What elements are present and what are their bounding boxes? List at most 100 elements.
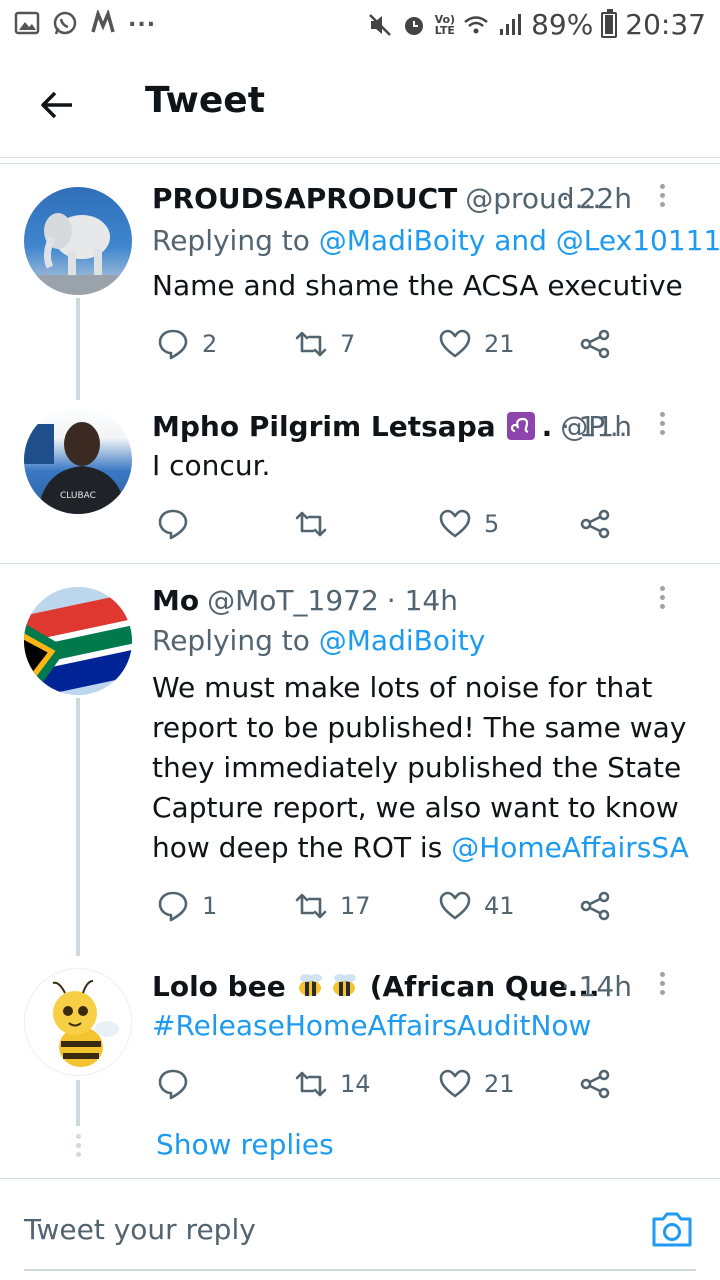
tweet-time: · 11h xyxy=(560,409,632,443)
like-count: 41 xyxy=(484,892,515,920)
camera-icon xyxy=(652,1212,692,1247)
reply-icon xyxy=(158,329,188,360)
replying-to-label: Replying to xyxy=(152,224,319,257)
back-button[interactable] xyxy=(32,80,82,130)
news-app-icon xyxy=(91,10,115,33)
retweet-button[interactable]: 17 xyxy=(294,886,371,926)
thread-more-dots-icon xyxy=(74,1134,82,1161)
reply-button[interactable] xyxy=(156,1064,202,1104)
retweet-button[interactable]: 14 xyxy=(294,1064,371,1104)
heart-icon xyxy=(439,509,471,538)
author-name-suffix: . xyxy=(541,409,553,443)
reply-button[interactable] xyxy=(156,504,202,544)
status-bar: ... Vo) LTE 89% 20:37 xyxy=(0,0,720,52)
like-button[interactable]: 5 xyxy=(438,504,499,544)
mention-link[interactable]: @HomeAffairsSA xyxy=(451,831,689,864)
avatar[interactable] xyxy=(24,587,132,695)
reply-count: 2 xyxy=(202,330,218,358)
more-options-icon[interactable] xyxy=(658,972,666,1000)
more-options-icon[interactable] xyxy=(658,412,666,440)
divider xyxy=(0,163,720,164)
tweet-text: #ReleaseHomeAffairsAuditNow xyxy=(152,1006,690,1046)
like-button[interactable]: 21 xyxy=(438,1064,515,1104)
heart-icon xyxy=(439,329,471,358)
reply-icon xyxy=(158,509,188,540)
mute-icon xyxy=(368,13,391,36)
retweet-button[interactable]: 7 xyxy=(294,324,355,364)
retweet-count: 17 xyxy=(340,892,371,920)
reply-icon xyxy=(158,1069,188,1100)
signal-icon xyxy=(500,13,522,35)
share-button[interactable] xyxy=(578,504,612,544)
share-button[interactable] xyxy=(578,886,612,926)
page-title: Tweet xyxy=(145,80,265,121)
tweet-text-line: We must make lots of noise for that xyxy=(152,671,653,704)
svg-text:CLUBAC: CLUBAC xyxy=(60,491,96,501)
author-name[interactable]: Lolo bee xyxy=(152,970,286,1003)
camera-button[interactable] xyxy=(648,1205,696,1253)
like-button[interactable]: 21 xyxy=(438,324,515,364)
heart-icon xyxy=(439,891,471,920)
more-options-icon[interactable] xyxy=(658,184,666,212)
author-name[interactable]: PROUDSAPRODUCT xyxy=(152,182,457,215)
battery-percent: 89% xyxy=(531,8,594,41)
reply-button[interactable]: 1 xyxy=(156,886,217,926)
retweet-icon xyxy=(295,511,327,537)
reply-composer: Tweet your reply xyxy=(0,1178,720,1280)
tweet-header: Mo @MoT_1972 · 14h xyxy=(152,582,696,618)
heart-icon xyxy=(439,1069,471,1098)
tweet-actions: 2 7 21 xyxy=(152,324,632,364)
thread-line xyxy=(76,1080,80,1126)
cartoon-bee-image xyxy=(52,980,119,1067)
tweet-text-line: how deep the ROT is @HomeAffairsSA xyxy=(152,828,690,868)
whatsapp-icon xyxy=(53,11,77,35)
alarm-icon xyxy=(404,16,423,35)
share-button[interactable] xyxy=(578,324,612,364)
share-icon xyxy=(580,1069,610,1099)
share-icon xyxy=(580,891,610,921)
share-button[interactable] xyxy=(578,1064,612,1104)
avatar[interactable]: CLUBAC xyxy=(24,406,132,514)
retweet-button[interactable] xyxy=(294,504,340,544)
more-options-icon[interactable] xyxy=(658,586,666,614)
like-count: 21 xyxy=(484,330,515,358)
volte-indicator: Vo) LTE xyxy=(434,12,456,37)
author-handle[interactable]: @MoT_1972 xyxy=(207,584,379,617)
tweet-text: I concur. xyxy=(152,449,271,482)
author-name[interactable]: Mpho Pilgrim Letsapa xyxy=(152,410,496,443)
hashtag-link[interactable]: #ReleaseHomeAffairsAuditNow xyxy=(152,1009,591,1042)
like-button[interactable]: 41 xyxy=(438,886,515,926)
back-arrow-icon xyxy=(41,91,72,119)
retweet-count: 7 xyxy=(340,330,356,358)
like-count: 5 xyxy=(484,510,500,538)
show-replies-link[interactable]: Show replies xyxy=(156,1128,334,1161)
retweet-icon xyxy=(295,893,327,919)
replying-to: Replying to @MadiBoity and @Lex101111 xyxy=(152,224,720,257)
tweet-header: Lolo bee (African Que... · 14h xyxy=(152,968,696,1004)
retweet-count: 14 xyxy=(340,1070,371,1098)
share-icon xyxy=(580,329,610,359)
tweet-text-line: they immediately published the State xyxy=(152,751,682,784)
app-header: Tweet xyxy=(0,52,720,158)
retweet-icon xyxy=(295,1071,327,1097)
avatar[interactable] xyxy=(24,187,132,295)
reply-count: 1 xyxy=(202,892,218,920)
reply-mentions[interactable]: @MadiBoity xyxy=(319,624,486,657)
tweet-header: PROUDSAPRODUCT @proud... · 22h xyxy=(152,180,696,216)
south-africa-flag-image xyxy=(24,587,132,695)
retweet-icon xyxy=(295,331,327,357)
tweet-actions: 14 21 xyxy=(152,1064,632,1104)
reply-input[interactable]: Tweet your reply xyxy=(24,1213,256,1246)
avatar[interactable] xyxy=(24,968,132,1076)
more-notifications-icon: ... xyxy=(128,6,157,32)
reply-button[interactable]: 2 xyxy=(156,324,217,364)
gallery-icon xyxy=(14,11,40,35)
thread-line xyxy=(76,298,80,400)
divider xyxy=(0,563,720,564)
author-name[interactable]: Mo xyxy=(152,584,199,617)
wifi-icon xyxy=(464,15,488,33)
reply-mentions[interactable]: @MadiBoity and @Lex101111 xyxy=(319,224,720,257)
tweet-text: Name and shame the ACSA executive xyxy=(152,269,683,302)
tweet-text-line: Capture report, we also want to know xyxy=(152,791,679,824)
tweet-text-line: report to be published! The same way xyxy=(152,711,687,744)
